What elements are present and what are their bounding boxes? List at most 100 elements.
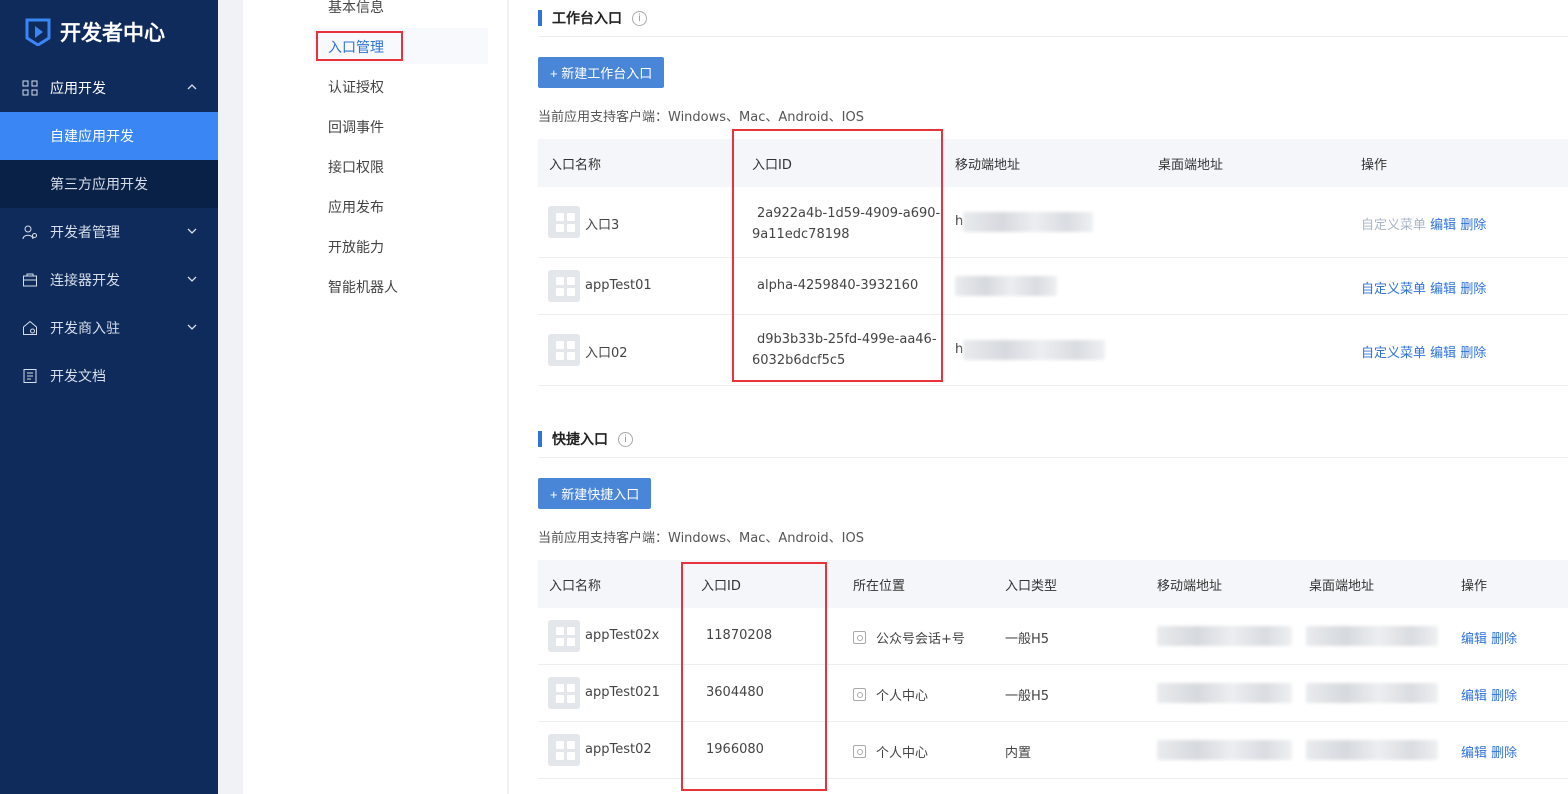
position-text: 公众号会话+号 [876, 632, 965, 647]
column-header: 所在位置 [853, 579, 906, 594]
shortcut-section-title: 快捷入口 i [538, 429, 633, 449]
blurred-mobile-url [955, 276, 1057, 296]
edit-link[interactable]: 编辑 [1461, 632, 1487, 647]
entry-id-line: 9a11edc78198 [752, 227, 850, 242]
column-header: 操作 [1361, 158, 1388, 173]
edit-link[interactable]: 编辑 [1430, 346, 1456, 361]
delete-link[interactable]: 删除 [1491, 632, 1517, 647]
entry-name: appTest021 [585, 685, 660, 700]
entry-id: d9b3b33b-25fd-499e-aa46- 6032b6dcf5c5 [752, 329, 937, 371]
section-accent-bar [538, 431, 542, 447]
delete-link[interactable]: 删除 [1460, 346, 1486, 361]
info-icon[interactable]: i [618, 431, 633, 447]
entry-id-line: d9b3b33b-25fd-499e-aa46- [757, 332, 937, 347]
edit-link[interactable]: 编辑 [1430, 218, 1456, 233]
column-header: 入口类型 [1005, 579, 1058, 594]
table-row: appTest021 3604480 个人中心 一般H5 编辑 删除 [538, 665, 1568, 722]
sidebar-item-label: 开发者管理 [50, 225, 120, 241]
chevron-down-icon [187, 228, 197, 234]
entry-name: appTest01 [585, 278, 652, 293]
delete-link[interactable]: 删除 [1491, 746, 1517, 761]
chevron-up-icon [187, 84, 197, 90]
app-icon [548, 334, 580, 366]
sidebar-subitem-label: 自建应用开发 [50, 129, 134, 145]
entry-type: 一般H5 [1005, 632, 1050, 647]
entry-id-line: 6032b6dcf5c5 [752, 353, 846, 368]
divider [538, 36, 1568, 37]
sidebar-subitem-custom-app[interactable]: 自建应用开发 [0, 112, 218, 160]
edit-link[interactable]: 编辑 [1430, 282, 1456, 297]
blurred-mobile-url [963, 340, 1105, 360]
column-header: 桌面端地址 [1309, 579, 1375, 594]
menu-item-open-capabilities[interactable]: 开放能力 [328, 237, 384, 257]
app-icon [548, 677, 580, 709]
blurred-mobile-url [963, 212, 1093, 232]
sidebar-item-dev-docs[interactable]: 开发文档 [0, 352, 218, 400]
position-icon [853, 688, 866, 701]
blurred-mobile-url [1157, 626, 1292, 646]
row-actions: 自定义菜单 编辑 删除 [1361, 214, 1486, 233]
delete-link[interactable]: 删除 [1460, 218, 1486, 233]
sidebar-item-label: 开发文档 [50, 369, 106, 385]
app-settings-menu: 基本信息 入口管理 认证授权 回调事件 接口权限 应用发布 开放能力 智能机器人 [243, 0, 508, 794]
edit-link[interactable]: 编辑 [1461, 746, 1487, 761]
new-workbench-entry-button[interactable]: + 新建工作台入口 [538, 57, 665, 88]
sidebar-item-label: 开发商入驻 [50, 321, 120, 337]
home-shop-icon [23, 320, 37, 335]
developer-gear-icon [22, 225, 37, 240]
main-content: 工作台入口 i + 新建工作台入口 当前应用支持客户端：Windows、Mac、… [509, 0, 1568, 794]
workbench-section-title: 工作台入口 i [538, 8, 647, 28]
entry-id: alpha-4259840-3932160 [757, 278, 919, 293]
custom-menu-link[interactable]: 自定义菜单 [1361, 282, 1426, 297]
position-icon [853, 745, 866, 758]
sidebar-item-label: 应用开发 [50, 81, 106, 97]
menu-item-basic-info[interactable]: 基本信息 [328, 0, 384, 17]
mobile-url-prefix: h [955, 342, 964, 357]
sidebar-subitem-third-party-app[interactable]: 第三方应用开发 [0, 160, 218, 208]
entry-id: 11870208 [706, 628, 773, 643]
row-actions: 自定义菜单 编辑 删除 [1361, 342, 1486, 361]
custom-menu-link[interactable]: 自定义菜单 [1361, 346, 1426, 361]
entry-name: appTest02 [585, 742, 652, 757]
column-header: 移动端地址 [955, 158, 1021, 173]
column-header: 入口ID [701, 579, 741, 594]
column-header: 入口名称 [549, 579, 602, 594]
blurred-desktop-url [1306, 626, 1438, 646]
new-shortcut-entry-button[interactable]: + 新建快捷入口 [538, 478, 652, 509]
section-accent-bar [538, 10, 542, 26]
chevron-down-icon [187, 276, 197, 282]
position-icon [853, 631, 866, 644]
menu-item-auth[interactable]: 认证授权 [328, 77, 384, 97]
entry-id: 2a922a4b-1d59-4909-a690- 9a11edc78198 [752, 203, 940, 245]
sidebar-item-app-dev[interactable]: 应用开发 [0, 64, 218, 112]
sidebar-item-developer-management[interactable]: 开发者管理 [0, 208, 218, 256]
menu-item-api-permissions[interactable]: 接口权限 [328, 157, 384, 177]
delete-link[interactable]: 删除 [1491, 689, 1517, 704]
delete-link[interactable]: 删除 [1460, 282, 1486, 297]
menu-item-callback-events[interactable]: 回调事件 [328, 117, 384, 137]
menu-item-app-publish[interactable]: 应用发布 [328, 197, 384, 217]
info-icon[interactable]: i [632, 10, 647, 26]
entry-position: 个人中心 [853, 685, 928, 704]
brand[interactable]: 开发者中心 [0, 0, 218, 64]
column-header: 桌面端地址 [1158, 158, 1224, 173]
chevron-down-icon [187, 324, 197, 330]
menu-item-smart-robot[interactable]: 智能机器人 [328, 277, 398, 297]
brand-name: 开发者中心 [60, 21, 165, 45]
table-header: 入口名称 入口ID 移动端地址 桌面端地址 操作 [538, 139, 1568, 187]
sidebar-item-vendor-onboarding[interactable]: 开发商入驻 [0, 304, 218, 352]
section-title-text: 快捷入口 [552, 432, 608, 448]
edit-link[interactable]: 编辑 [1461, 689, 1487, 704]
entry-position: 公众号会话+号 [853, 628, 965, 647]
row-actions: 编辑 删除 [1461, 685, 1517, 704]
position-text: 个人中心 [876, 746, 929, 761]
sidebar-subitem-label: 第三方应用开发 [50, 177, 148, 193]
table-row: 入口3 2a922a4b-1d59-4909-a690- 9a11edc7819… [538, 187, 1568, 258]
sidebar-item-connector-dev[interactable]: 连接器开发 [0, 256, 218, 304]
column-header: 操作 [1461, 579, 1488, 594]
app-icon [548, 270, 580, 302]
entry-name: 入口02 [585, 346, 628, 361]
mobile-url-prefix: h [955, 214, 964, 229]
row-actions: 编辑 删除 [1461, 742, 1517, 761]
custom-menu-link[interactable]: 自定义菜单 [1361, 218, 1426, 233]
